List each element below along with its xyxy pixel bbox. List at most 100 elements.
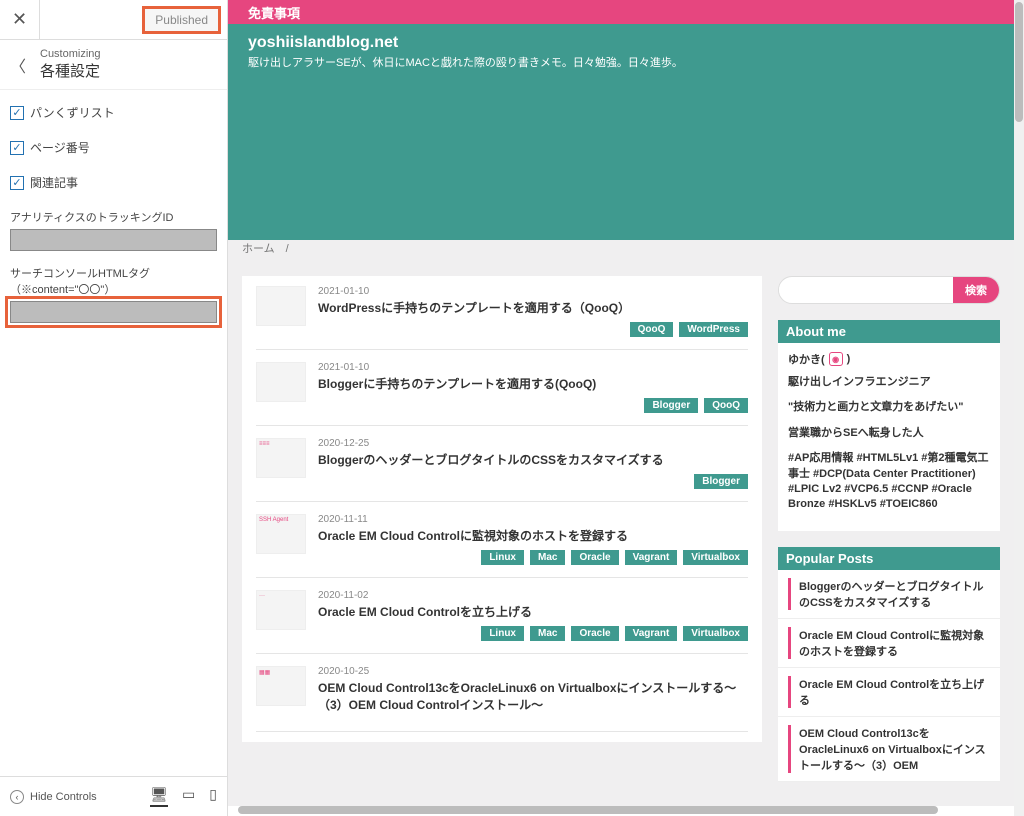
scrollbar-thumb[interactable] [1015,2,1023,122]
post-title[interactable]: Oracle EM Cloud Controlを立ち上げる [318,603,748,620]
popular-title: OEM Cloud Control13cをOracleLinux6 on Vir… [799,725,990,773]
popular-item[interactable]: Oracle EM Cloud Controlに監視対象のホストを登録する [778,619,1000,668]
tag[interactable]: Oracle [571,550,618,565]
about-line: 駆け出しインフラエンジニア [788,375,990,390]
popular-item[interactable]: BloggerのヘッダーとブログタイトルのCSSをカスタマイズする [778,570,1000,619]
customizer-topbar: ✕ Published [0,0,227,40]
post-thumbnail [256,286,306,326]
post-title[interactable]: WordPressに手持ちのテンプレートを適用する（QooQ） [318,299,748,316]
accent-bar [788,676,791,708]
post-thumbnail: ▦▦ [256,666,306,706]
about-heading: About me [778,320,1000,343]
post-item[interactable]: 2021-01-10WordPressに手持ちのテンプレートを適用する（QooQ… [256,286,748,350]
tag[interactable]: Mac [530,550,565,565]
analytics-label: アナリティクスのトラッキングID [10,209,217,225]
post-item[interactable]: 2021-01-10 Bloggerに手持ちのテンプレートを適用する(QooQ) B… [256,350,748,426]
post-item[interactable]: ▦▦ 2020-10-25 OEM Cloud Control13cをOracleL… [256,654,748,732]
preview-scroll[interactable]: 免責事項 yoshiislandblog.net 駆け出しアラサーSEが、休日に… [228,0,1014,806]
horizontal-scrollbar[interactable] [228,806,1014,814]
post-item[interactable]: SSH Agent 2020-11-11 Oracle EM Cloud Contr… [256,502,748,578]
tag[interactable]: QooQ [704,398,748,413]
back-arrow-icon[interactable]: 〈 [10,53,34,77]
post-thumbnail: ··· [256,590,306,630]
site-title[interactable]: yoshiislandblog.net [248,34,994,52]
preview-pane: 免責事項 yoshiislandblog.net 駆け出しアラサーSEが、休日に… [228,0,1014,806]
popular-item[interactable]: Oracle EM Cloud Controlを立ち上げる [778,668,1000,717]
search-console-highlight [5,296,222,328]
popular-title: Oracle EM Cloud Controlを立ち上げる [799,676,990,708]
post-title[interactable]: Bloggerに手持ちのテンプレートを適用する(QooQ) [318,375,748,392]
popular-title: Oracle EM Cloud Controlに監視対象のホストを登録する [799,627,990,659]
tag[interactable]: Linux [481,550,524,565]
tag[interactable]: Mac [530,626,565,641]
checkbox-breadcrumb[interactable]: ✓ パンくずリスト [10,104,217,121]
about-name: ゆかき(◉) [788,351,990,367]
tag[interactable]: WordPress [679,322,748,337]
customizer-title: 各種設定 [40,60,101,81]
accent-bar [788,627,791,659]
checkbox-icon: ✓ [10,106,24,120]
breadcrumb: ホーム / [228,240,1014,262]
post-item[interactable]: ≡≡≡2020-12-25BloggerのヘッダーとブログタイトルのCSSをカス… [256,426,748,502]
analytics-input[interactable] [10,229,217,251]
tag[interactable]: Blogger [694,474,748,489]
sidebar-column: 検索 About me ゆかき(◉) 駆け出しインフラエンジニア "技術力と画力… [778,276,1000,782]
post-date: 2020-11-02 [318,590,748,601]
tag[interactable]: Virtualbox [683,626,748,641]
tablet-icon[interactable]: ▭ [182,786,195,807]
customizer-subtitle: Customizing [40,48,101,60]
post-thumbnail: SSH Agent [256,514,306,554]
tag[interactable]: Blogger [644,398,698,413]
post-item[interactable]: ··· 2020-11-02 Oracle EM Cloud Controlを立ち上… [256,578,748,654]
post-title[interactable]: BloggerのヘッダーとブログタイトルのCSSをカスタマイズする [318,451,748,468]
checkbox-label: ページ番号 [30,139,90,156]
popular-title: BloggerのヘッダーとブログタイトルのCSSをカスタマイズする [799,578,990,610]
site-description: 駆け出しアラサーSEが、休日にMACと戯れた際の殴り書きメモ。日々勉強。日々進歩… [248,54,994,70]
tag[interactable]: Vagrant [625,550,678,565]
popular-widget: Popular Posts BloggerのヘッダーとブログタイトルのCSSをカ… [778,547,1000,782]
search-button[interactable]: 検索 [953,277,999,303]
post-thumbnail: ≡≡≡ [256,438,306,478]
tag[interactable]: Oracle [571,626,618,641]
tag[interactable]: Vagrant [625,626,678,641]
search-console-label: サーチコンソールHTMLタグ（※content="〇〇"） [10,265,217,297]
checkbox-icon: ✓ [10,176,24,190]
site-topbar: 免責事項 [228,0,1014,24]
about-line: "技術力と画力と文章力をあげたい" [788,400,990,415]
checkbox-related-posts[interactable]: ✓ 関連記事 [10,174,217,191]
post-title[interactable]: OEM Cloud Control13cをOracleLinux6 on Vir… [318,679,748,713]
search-input[interactable] [779,284,953,296]
checkbox-label: パンくずリスト [30,104,115,121]
desktop-icon[interactable]: 🖥 [150,786,168,807]
checkbox-label: 関連記事 [30,174,78,191]
checkbox-page-number[interactable]: ✓ ページ番号 [10,139,217,156]
about-widget: About me ゆかき(◉) 駆け出しインフラエンジニア "技術力と画力と文章… [778,320,1000,531]
post-thumbnail [256,362,306,402]
vertical-scrollbar[interactable] [1014,0,1024,816]
close-icon[interactable]: ✕ [0,0,40,40]
scrollbar-thumb[interactable] [238,806,938,814]
popular-heading: Popular Posts [778,547,1000,570]
tag[interactable]: Linux [481,626,524,641]
post-title[interactable]: Oracle EM Cloud Controlに監視対象のホストを登録する [318,527,748,544]
topbar-link[interactable]: 免責事項 [248,3,300,22]
device-switcher: 🖥 ▭ ▯ [150,786,217,807]
mobile-icon[interactable]: ▯ [209,786,217,807]
avatar-icon: ◉ [829,352,843,366]
post-date: 2021-01-10 [318,362,748,373]
search-console-input[interactable] [10,301,217,323]
checkbox-icon: ✓ [10,141,24,155]
post-tags: Linux Mac Oracle Vagrant Virtualbox [318,626,748,641]
publish-button[interactable]: Published [142,6,221,34]
accent-bar [788,725,791,773]
post-date: 2020-10-25 [318,666,748,677]
search-box: 検索 [778,276,1000,304]
customizer-footer: ‹ Hide Controls 🖥 ▭ ▯ [0,776,227,816]
post-tags: Linux Mac Oracle Vagrant Virtualbox [318,550,748,565]
hide-controls-button[interactable]: ‹ Hide Controls [10,790,97,804]
about-line: 営業職からSEへ転身した人 [788,426,990,441]
popular-item[interactable]: OEM Cloud Control13cをOracleLinux6 on Vir… [778,717,1000,782]
post-date: 2020-11-11 [318,514,748,525]
tag[interactable]: Virtualbox [683,550,748,565]
tag[interactable]: QooQ [630,322,674,337]
